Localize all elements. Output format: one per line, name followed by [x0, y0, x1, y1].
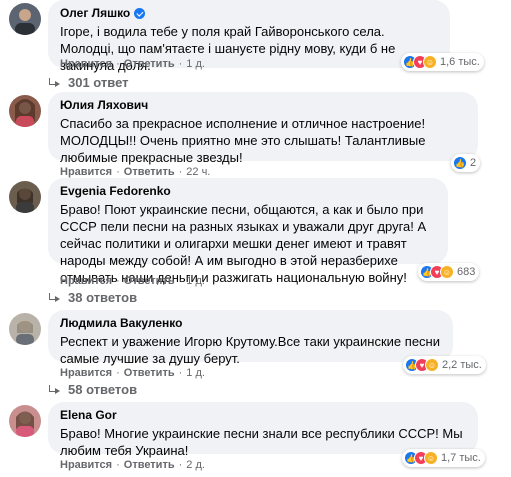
like-button[interactable]: Нравится [60, 367, 112, 379]
comment-bubble: Юлия Ляхович Спасибо за прекрасное испол… [48, 92, 478, 165]
comment-text: Респект и уважение Игорю Крутому.Все так… [60, 334, 440, 366]
like-button[interactable]: Нравится [60, 275, 112, 287]
comment-actions: Нравится · Ответить · 2 д. [60, 459, 205, 471]
replies-count: 58 ответов [68, 382, 138, 397]
reply-button[interactable]: Ответить [124, 166, 175, 178]
comment-bubble: Людмила Вакуленко Респект и уважение Иго… [48, 310, 453, 366]
author-name[interactable]: Юлия Ляхович [60, 98, 466, 113]
reaction-summary[interactable]: 👍 ♥ ☺ 1,7 тыс. [402, 449, 485, 467]
timestamp[interactable]: 1 д. [186, 275, 205, 287]
like-button[interactable]: Нравится [60, 459, 112, 471]
avatar[interactable] [9, 95, 41, 127]
author-name-row: Олег Ляшко [60, 6, 438, 21]
comment-bubble: Elena Gor Браво! Многие украинские песни… [48, 402, 478, 458]
reaction-count: 1,7 тыс. [441, 452, 481, 464]
timestamp[interactable]: 2 д. [186, 459, 205, 471]
comment-actions: Нравится · Ответить · 1 д. [60, 58, 205, 70]
reaction-summary[interactable]: 👍 ♥ ☺ 2,2 тыс. [403, 356, 486, 374]
comment-actions: Нравится · Ответить · 1 д. [60, 367, 205, 379]
comment-text: Спасибо за прекрасное исполнение и отлич… [60, 116, 426, 165]
comment-bubble: Evgenia Fedorenko Браво! Поют украинские… [48, 178, 448, 285]
replies-count: 38 ответов [68, 290, 138, 305]
author-name[interactable]: Elena Gor [60, 408, 466, 423]
reaction-count: 2 [470, 157, 477, 169]
author-name[interactable]: Людмила Вакуленко [60, 316, 441, 331]
reply-button[interactable]: Ответить [124, 275, 175, 287]
reply-button[interactable]: Ответить [124, 58, 175, 70]
care-icon: ☺ [440, 265, 454, 279]
reaction-summary[interactable]: 👍 ♥ ☺ 683 [418, 263, 480, 281]
like-icon: 👍 [453, 156, 467, 170]
care-icon: ☺ [424, 451, 438, 465]
avatar[interactable] [9, 313, 41, 345]
replies-count: 301 ответ [68, 75, 129, 90]
comment-actions: Нравится · Ответить · 22 ч. [60, 166, 211, 178]
timestamp[interactable]: 1 д. [186, 367, 205, 379]
care-icon: ☺ [423, 55, 437, 69]
reply-arrow-icon [48, 384, 60, 395]
reply-button[interactable]: Ответить [124, 459, 175, 471]
view-replies-button[interactable]: 38 ответов [48, 290, 137, 305]
comment-actions: Нравится · Ответить · 1 д. [60, 275, 205, 287]
avatar[interactable] [9, 181, 41, 213]
reply-arrow-icon [48, 77, 60, 88]
author-name[interactable]: Evgenia Fedorenko [60, 184, 436, 199]
reply-arrow-icon [48, 292, 60, 303]
view-replies-button[interactable]: 58 ответов [48, 382, 137, 397]
avatar[interactable] [9, 405, 41, 437]
view-replies-button[interactable]: 301 ответ [48, 75, 129, 90]
care-icon: ☺ [425, 358, 439, 372]
like-button[interactable]: Нравится [60, 58, 112, 70]
reply-button[interactable]: Ответить [124, 367, 175, 379]
avatar[interactable] [9, 3, 41, 35]
like-button[interactable]: Нравится [60, 166, 112, 178]
verified-icon [134, 8, 146, 19]
reaction-summary[interactable]: 👍 ♥ ☺ 1,6 тыс. [401, 53, 484, 71]
comment-text: Браво! Поют украинские песни, общаются, … [60, 202, 427, 285]
author-name[interactable]: Олег Ляшко [60, 6, 130, 21]
reaction-summary[interactable]: 👍 2 [451, 154, 481, 172]
reaction-count: 1,6 тыс. [440, 56, 480, 68]
reaction-count: 2,2 тыс. [442, 359, 482, 371]
reaction-count: 683 [457, 266, 476, 278]
timestamp[interactable]: 22 ч. [186, 166, 210, 178]
timestamp[interactable]: 1 д. [186, 58, 205, 70]
